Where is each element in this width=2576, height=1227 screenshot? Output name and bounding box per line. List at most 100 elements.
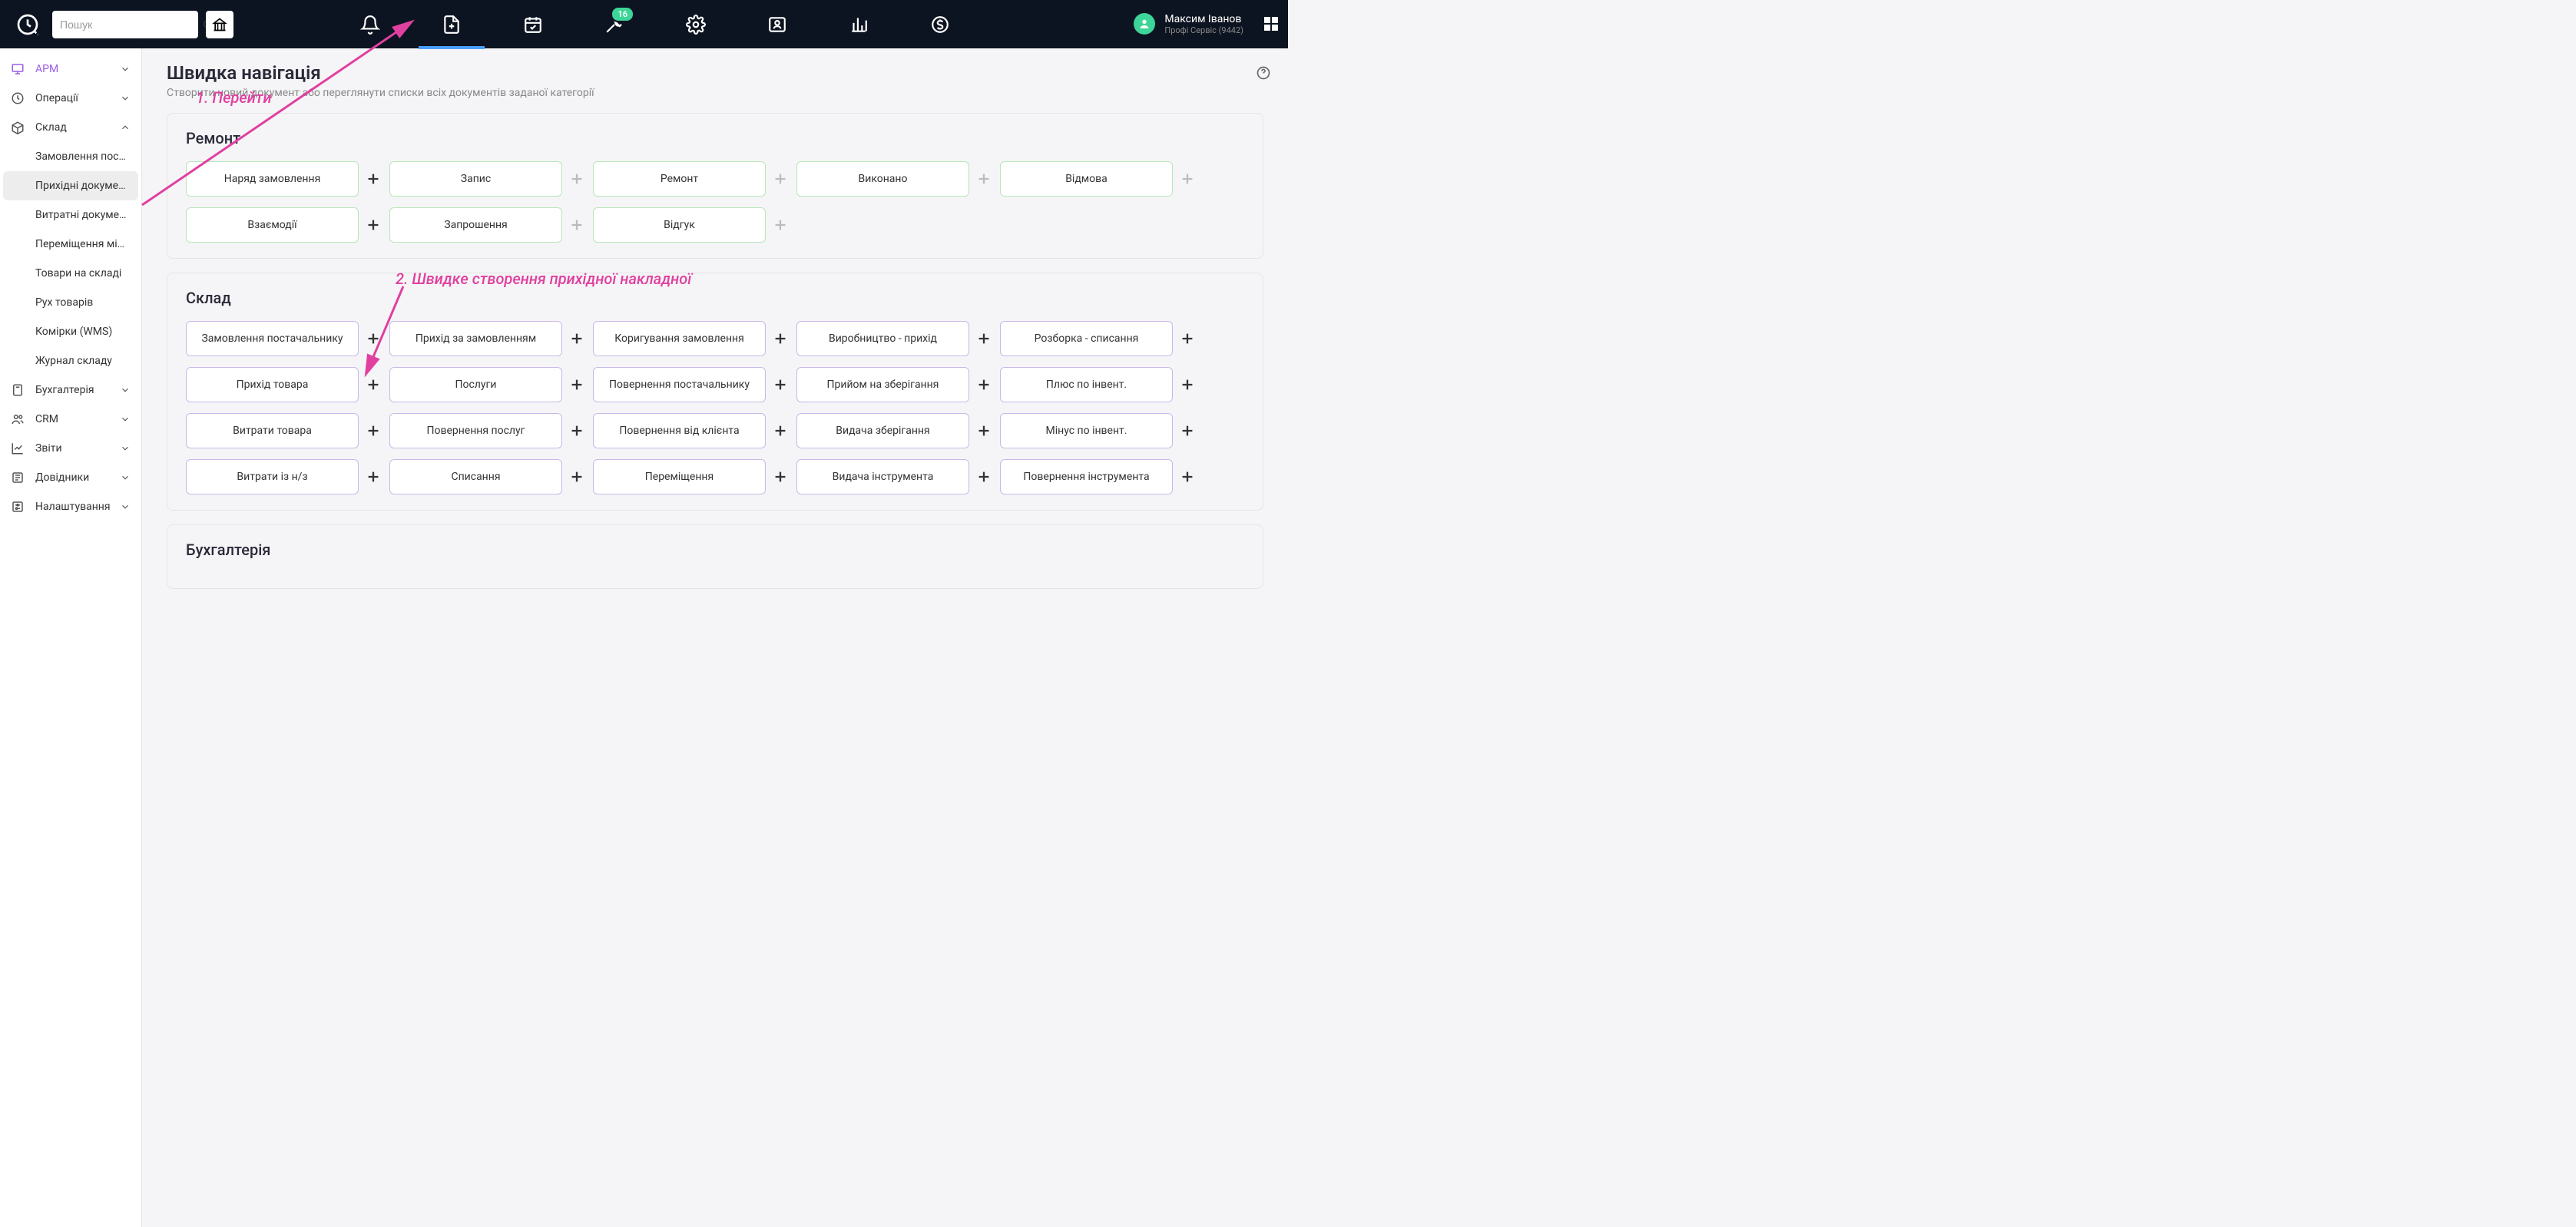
avatar	[1134, 13, 1155, 35]
sidebar-sub-item[interactable]: Журнал складу	[0, 346, 141, 375]
nav-tile[interactable]: Ремонт	[593, 161, 766, 197]
sidebar-sub-item[interactable]: Комірки (WMS)	[0, 317, 141, 346]
section-title: Склад	[186, 289, 1244, 307]
search-input[interactable]	[60, 18, 199, 31]
nav-tile[interactable]: Виконано	[796, 161, 969, 197]
chevron-down-icon	[120, 93, 131, 104]
plus-icon[interactable]	[975, 422, 992, 439]
nav-tile[interactable]: Витрати із н/з	[186, 459, 359, 494]
nav-tile[interactable]: Запис	[389, 161, 562, 197]
nav-tile[interactable]: Послуги	[389, 367, 562, 402]
nav-tile[interactable]: Відмова	[1000, 161, 1173, 197]
nav-tile[interactable]: Видача інструмента	[796, 459, 969, 494]
sidebar-sub-item[interactable]: Переміщення мі…	[0, 230, 141, 259]
nav-reports[interactable]	[845, 11, 872, 38]
nav-calendar[interactable]	[519, 11, 547, 38]
main: Швидка навігація Створити новий документ…	[142, 48, 1288, 1227]
plus-icon[interactable]	[975, 170, 992, 187]
help-icon[interactable]	[1256, 65, 1271, 81]
plus-icon[interactable]	[365, 422, 382, 439]
sidebar-item-directories[interactable]: Довідники	[0, 463, 141, 492]
plus-icon[interactable]	[568, 170, 585, 187]
top-nav: 16	[356, 11, 954, 38]
plus-icon[interactable]	[1179, 170, 1196, 187]
nav-contacts[interactable]	[763, 11, 791, 38]
nav-tile[interactable]: Прихід товара	[186, 367, 359, 402]
plus-icon[interactable]	[975, 330, 992, 347]
nav-tile[interactable]: Переміщення	[593, 459, 766, 494]
plus-icon[interactable]	[975, 468, 992, 485]
nav-tile[interactable]: Наряд замовлення	[186, 161, 359, 197]
nav-new-document[interactable]	[438, 11, 465, 38]
plus-icon[interactable]	[772, 217, 789, 233]
chevron-down-icon	[120, 64, 131, 74]
nav-tile[interactable]: Повернення постачальнику	[593, 367, 766, 402]
plus-icon[interactable]	[365, 468, 382, 485]
book-icon	[11, 471, 25, 485]
sidebar-item-operations[interactable]: Операції	[0, 84, 141, 113]
nav-tile[interactable]: Розборка - списання	[1000, 321, 1173, 356]
user-area[interactable]: Максим Іванов Профі Сервіс (9442)	[1134, 13, 1280, 36]
sidebar-item-warehouse[interactable]: Склад	[0, 113, 141, 142]
plus-icon[interactable]	[975, 376, 992, 393]
plus-icon[interactable]	[365, 170, 382, 187]
chevron-up-icon	[120, 122, 131, 133]
nav-tile[interactable]: Взаємодії	[186, 207, 359, 243]
plus-icon[interactable]	[1179, 422, 1196, 439]
nav-tile[interactable]: Плюс по інвент.	[1000, 367, 1173, 402]
nav-tile[interactable]: Виробництво - прихід	[796, 321, 969, 356]
search-box[interactable]	[52, 11, 198, 38]
nav-tile[interactable]: Повернення послуг	[389, 413, 562, 448]
plus-icon[interactable]	[568, 468, 585, 485]
apps-grid-icon[interactable]	[1262, 15, 1280, 33]
nav-settings[interactable]	[682, 11, 710, 38]
sidebar-sub-item[interactable]: Товари на складі	[0, 259, 141, 288]
plus-icon[interactable]	[568, 217, 585, 233]
user-text: Максим Іванов Профі Сервіс (9442)	[1164, 13, 1243, 36]
plus-icon[interactable]	[568, 422, 585, 439]
section-title: Ремонт	[186, 129, 1244, 147]
nav-tile[interactable]: Запрошення	[389, 207, 562, 243]
nav-tile[interactable]: Відгук	[593, 207, 766, 243]
sliders-icon	[11, 500, 25, 514]
plus-icon[interactable]	[1179, 376, 1196, 393]
nav-tile[interactable]: Прихід за замовленням	[389, 321, 562, 356]
plus-icon[interactable]	[568, 330, 585, 347]
plus-icon[interactable]	[772, 468, 789, 485]
user-company: Профі Сервіс (9442)	[1164, 25, 1243, 35]
plus-icon[interactable]	[568, 376, 585, 393]
plus-icon[interactable]	[365, 376, 382, 393]
plus-icon[interactable]	[365, 330, 382, 347]
plus-icon[interactable]	[365, 217, 382, 233]
sidebar-item-settings[interactable]: Налаштування	[0, 492, 141, 521]
plus-icon[interactable]	[772, 330, 789, 347]
nav-diagnostics[interactable]: 16	[601, 11, 628, 38]
logo-icon	[15, 12, 40, 37]
plus-icon[interactable]	[1179, 330, 1196, 347]
nav-tile[interactable]: Витрати товара	[186, 413, 359, 448]
plus-icon[interactable]	[772, 422, 789, 439]
sidebar-sub-item[interactable]: Замовлення пос…	[0, 142, 141, 171]
sidebar-item-crm[interactable]: CRM	[0, 405, 141, 434]
sidebar-item-reports[interactable]: Звіти	[0, 434, 141, 463]
sidebar-item-arm[interactable]: АРМ	[0, 55, 141, 84]
sidebar-sub-item[interactable]: Рух товарів	[0, 288, 141, 317]
plus-icon[interactable]	[772, 376, 789, 393]
nav-bell[interactable]	[356, 11, 384, 38]
nav-money[interactable]	[926, 11, 954, 38]
nav-tile[interactable]: Мінус по інвент.	[1000, 413, 1173, 448]
plus-icon[interactable]	[1179, 468, 1196, 485]
nav-tile[interactable]: Видача зберігання	[796, 413, 969, 448]
nav-tile[interactable]: Прийом на зберігання	[796, 367, 969, 402]
sidebar-sub-item[interactable]: Витратні докуме…	[0, 200, 141, 230]
sidebar-item-accounting[interactable]: Бухгалтерія	[0, 375, 141, 405]
nav-tile[interactable]: Коригування замовлення	[593, 321, 766, 356]
chart-icon	[11, 442, 25, 455]
nav-tile[interactable]: Повернення від клієнта	[593, 413, 766, 448]
nav-tile[interactable]: Замовлення постачальнику	[186, 321, 359, 356]
sidebar-sub-item[interactable]: Прихідні докуме…	[3, 171, 138, 200]
bank-button[interactable]	[206, 11, 233, 38]
nav-tile[interactable]: Повернення інструмента	[1000, 459, 1173, 494]
plus-icon[interactable]	[772, 170, 789, 187]
nav-tile[interactable]: Списання	[389, 459, 562, 494]
